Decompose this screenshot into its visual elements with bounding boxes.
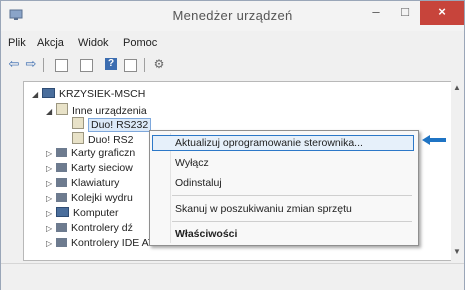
keyboard-icon: [56, 178, 67, 187]
help-icon[interactable]: ?: [105, 58, 117, 70]
scroll-up-icon[interactable]: ▲: [451, 83, 463, 92]
tree-item-device1[interactable]: Duo! RS232: [72, 117, 152, 132]
tree-item-other-devices[interactable]: ◢ Inne urządzenia: [46, 103, 147, 117]
menu-item-properties[interactable]: Właściwości: [175, 228, 237, 240]
pointer-arrow-icon: [422, 135, 446, 145]
show-hide-icon[interactable]: [124, 59, 137, 72]
toolbar: ⇦ ⇨ ? ⚙: [1, 53, 464, 75]
scroll-down-icon[interactable]: ▼: [451, 247, 463, 256]
device-manager-window: Menedżer urządzeń – □ × Plik Akcja Widok…: [0, 0, 465, 290]
menu-plik[interactable]: Plik: [8, 37, 26, 49]
properties-icon[interactable]: [55, 59, 68, 72]
ide-controller-icon: [56, 238, 67, 247]
menu-bar: Plik Akcja Widok Pomoc: [1, 33, 464, 51]
computer-icon: [56, 207, 69, 217]
printer-queue-icon: [56, 193, 67, 202]
context-menu: Aktualizuj oprogramowanie sterownika... …: [149, 130, 419, 246]
menu-item-uninstall[interactable]: Odinstaluj: [175, 177, 222, 189]
title-bar[interactable]: Menedżer urządzeń – □ ×: [1, 1, 464, 31]
menu-separator: [172, 195, 412, 196]
menu-akcja[interactable]: Akcja: [37, 37, 64, 49]
tree-root[interactable]: ◢ KRZYSIEK-MSCH: [32, 88, 145, 102]
console-icon[interactable]: [80, 59, 93, 72]
tree-item-graphics[interactable]: ▷ Karty graficzn: [46, 147, 135, 161]
display-adapter-icon: [56, 148, 67, 157]
tree-item-computer[interactable]: ▷ Komputer: [46, 207, 119, 221]
expand-icon[interactable]: ▷: [46, 209, 56, 218]
tree-item-device2[interactable]: Duo! RS2: [72, 132, 134, 146]
collapse-icon[interactable]: ◢: [46, 107, 56, 116]
maximize-button[interactable]: □: [391, 1, 419, 25]
menu-item-update-driver[interactable]: Aktualizuj oprogramowanie sterownika...: [175, 137, 363, 149]
vertical-scrollbar[interactable]: ▲ ▼: [451, 81, 463, 261]
warning-device-icon: [72, 132, 84, 144]
warning-device-icon: [72, 117, 84, 129]
forward-icon[interactable]: ⇨: [23, 56, 39, 72]
back-icon[interactable]: ⇦: [6, 56, 22, 72]
toolbar-separator: [144, 58, 145, 72]
tree-item-audio[interactable]: ▷ Kontrolery dź: [46, 222, 133, 236]
expand-icon[interactable]: ▷: [46, 164, 56, 173]
network-adapter-icon: [56, 163, 67, 172]
expand-icon[interactable]: ▷: [46, 194, 56, 203]
expand-icon[interactable]: ▷: [46, 239, 56, 248]
expand-icon[interactable]: ▷: [46, 179, 56, 188]
menu-separator: [172, 221, 412, 222]
menu-item-scan-changes[interactable]: Skanuj w poszukiwaniu zmian sprzętu: [175, 203, 352, 215]
toolbar-separator: [43, 58, 44, 72]
tree-item-network[interactable]: ▷ Karty sieciow: [46, 162, 133, 176]
speaker-icon: [56, 223, 67, 232]
status-bar: [1, 263, 464, 290]
menu-widok[interactable]: Widok: [78, 37, 109, 49]
computer-icon: [42, 88, 55, 98]
expand-icon[interactable]: ▷: [46, 224, 56, 233]
expand-icon[interactable]: ▷: [46, 149, 56, 158]
menu-pomoc[interactable]: Pomoc: [123, 37, 157, 49]
close-button[interactable]: ×: [420, 1, 464, 25]
scan-hardware-icon[interactable]: ⚙: [151, 56, 167, 72]
unknown-device-icon: [56, 103, 68, 115]
menu-item-disable[interactable]: Wyłącz: [175, 157, 209, 169]
collapse-icon[interactable]: ◢: [32, 90, 42, 99]
minimize-button[interactable]: –: [363, 1, 389, 25]
tree-item-keyboards[interactable]: ▷ Klawiatury: [46, 177, 119, 191]
tree-item-queues[interactable]: ▷ Kolejki wydru: [46, 192, 133, 206]
